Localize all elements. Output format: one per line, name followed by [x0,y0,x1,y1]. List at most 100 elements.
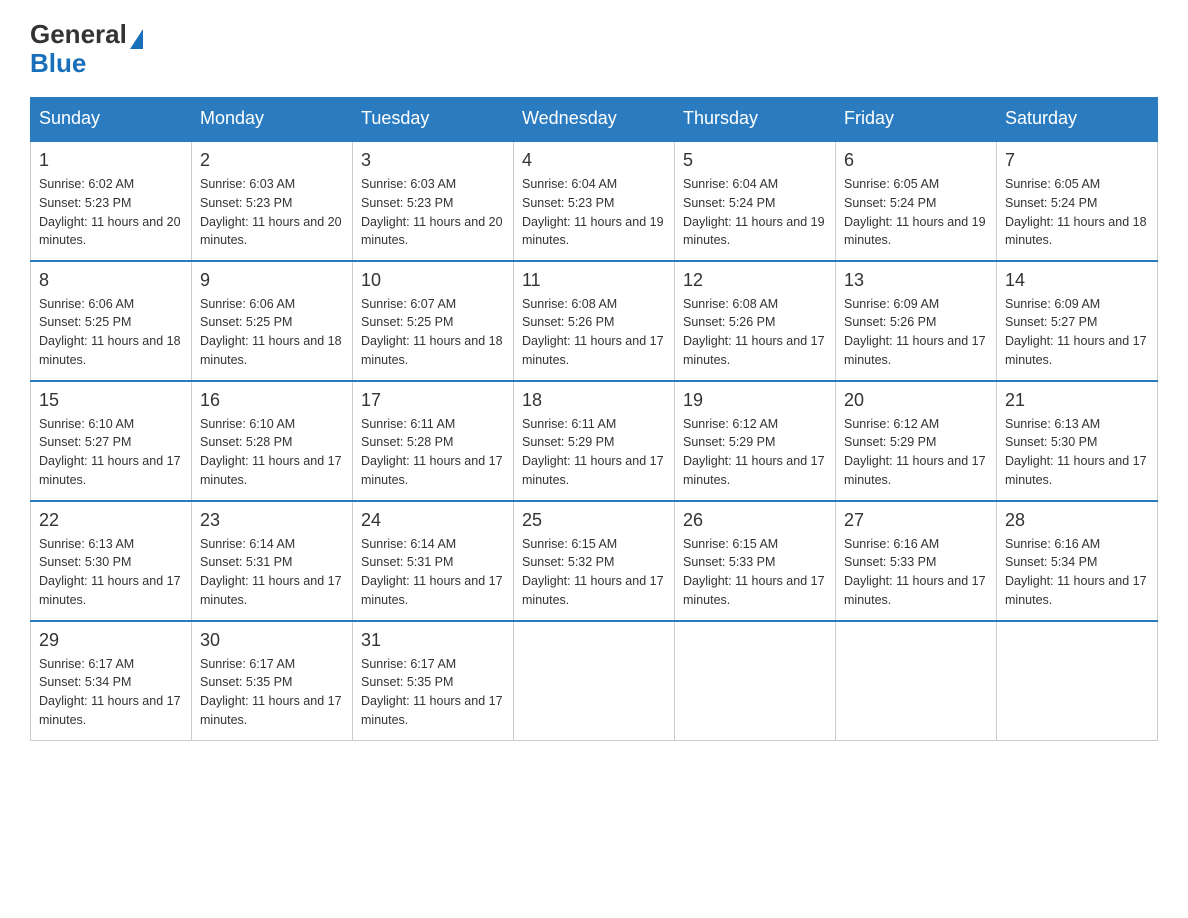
week-row-3: 15Sunrise: 6:10 AMSunset: 5:27 PMDayligh… [31,381,1158,501]
logo-general: General [30,19,127,49]
day-cell-6: 6 Sunrise: 6:05 AMSunset: 5:24 PMDaylight… [836,141,997,261]
day-info: Sunrise: 6:08 AMSunset: 5:26 PMDaylight:… [522,295,666,370]
day-cell-29: 29 Sunrise: 6:17 AMSunset: 5:34 PMDayligh… [31,621,192,741]
page-header: General Blue [30,20,1158,77]
day-number: 14 [1005,270,1149,291]
weekday-tuesday: Tuesday [353,98,514,141]
day-info: Sunrise: 6:15 AMSunset: 5:33 PMDaylight:… [683,535,827,610]
weekday-thursday: Thursday [675,98,836,141]
day-cell-7: 7 Sunrise: 6:05 AMSunset: 5:24 PMDaylight… [997,141,1158,261]
day-number: 12 [683,270,827,291]
day-cell-3: 3 Sunrise: 6:03 AMSunset: 5:23 PMDaylight… [353,141,514,261]
day-cell-21: 21 Sunrise: 6:13 AMSunset: 5:30 PMDayligh… [997,381,1158,501]
logo-blue: Blue [30,48,86,78]
day-cell-24: 24 Sunrise: 6:14 AMSunset: 5:31 PMDayligh… [353,501,514,621]
day-cell-9: 9 Sunrise: 6:06 AMSunset: 5:25 PMDaylight… [192,261,353,381]
day-number: 17 [361,390,505,411]
week-row-5: 29 Sunrise: 6:17 AMSunset: 5:34 PMDayligh… [31,621,1158,741]
day-number: 5 [683,150,827,171]
day-info: Sunrise: 6:09 AMSunset: 5:26 PMDaylight:… [844,295,988,370]
day-cell-17: 17 Sunrise: 6:11 AMSunset: 5:28 PMDayligh… [353,381,514,501]
day-cell-5: 5 Sunrise: 6:04 AMSunset: 5:24 PMDaylight… [675,141,836,261]
day-info: Sunrise: 6:07 AMSunset: 5:25 PMDaylight:… [361,295,505,370]
day-info: Sunrise: 6:16 AMSunset: 5:33 PMDaylight:… [844,535,988,610]
weekday-saturday: Saturday [997,98,1158,141]
day-info: Sunrise: 6:04 AMSunset: 5:24 PMDaylight:… [683,175,827,250]
empty-cell [675,621,836,741]
day-number: 24 [361,510,505,531]
day-info: Sunrise: 6:15 AMSunset: 5:32 PMDaylight:… [522,535,666,610]
empty-cell [514,621,675,741]
day-number: 4 [522,150,666,171]
day-cell-28: 28Sunrise: 6:16 AMSunset: 5:34 PMDayligh… [997,501,1158,621]
day-info: Sunrise: 6:05 AMSunset: 5:24 PMDaylight:… [844,175,988,250]
day-number: 18 [522,390,666,411]
day-number: 20 [844,390,988,411]
calendar-table: SundayMondayTuesdayWednesdayThursdayFrid… [30,97,1158,741]
day-number: 19 [683,390,827,411]
day-number: 23 [200,510,344,531]
day-cell-12: 12 Sunrise: 6:08 AMSunset: 5:26 PMDayligh… [675,261,836,381]
day-cell-22: 22Sunrise: 6:13 AMSunset: 5:30 PMDayligh… [31,501,192,621]
day-cell-26: 26 Sunrise: 6:15 AMSunset: 5:33 PMDayligh… [675,501,836,621]
day-number: 2 [200,150,344,171]
day-info: Sunrise: 6:17 AMSunset: 5:35 PMDaylight:… [200,655,344,730]
day-number: 9 [200,270,344,291]
day-cell-2: 2Sunrise: 6:03 AMSunset: 5:23 PMDaylight… [192,141,353,261]
day-cell-4: 4 Sunrise: 6:04 AMSunset: 5:23 PMDaylight… [514,141,675,261]
empty-cell [997,621,1158,741]
day-info: Sunrise: 6:02 AMSunset: 5:23 PMDaylight:… [39,175,183,250]
day-info: Sunrise: 6:06 AMSunset: 5:25 PMDaylight:… [200,295,344,370]
weekday-monday: Monday [192,98,353,141]
day-info: Sunrise: 6:11 AMSunset: 5:28 PMDaylight:… [361,415,505,490]
logo-triangle-icon [130,29,143,49]
day-cell-14: 14 Sunrise: 6:09 AMSunset: 5:27 PMDayligh… [997,261,1158,381]
day-number: 31 [361,630,505,651]
day-number: 21 [1005,390,1149,411]
weekday-wednesday: Wednesday [514,98,675,141]
day-number: 8 [39,270,183,291]
week-row-2: 8 Sunrise: 6:06 AMSunset: 5:25 PMDaylight… [31,261,1158,381]
day-info: Sunrise: 6:13 AMSunset: 5:30 PMDaylight:… [1005,415,1149,490]
day-info: Sunrise: 6:03 AMSunset: 5:23 PMDaylight:… [361,175,505,250]
day-cell-10: 10Sunrise: 6:07 AMSunset: 5:25 PMDayligh… [353,261,514,381]
day-info: Sunrise: 6:10 AMSunset: 5:28 PMDaylight:… [200,415,344,490]
day-cell-19: 19Sunrise: 6:12 AMSunset: 5:29 PMDayligh… [675,381,836,501]
day-cell-27: 27Sunrise: 6:16 AMSunset: 5:33 PMDayligh… [836,501,997,621]
day-cell-13: 13Sunrise: 6:09 AMSunset: 5:26 PMDayligh… [836,261,997,381]
day-cell-15: 15Sunrise: 6:10 AMSunset: 5:27 PMDayligh… [31,381,192,501]
day-number: 6 [844,150,988,171]
day-info: Sunrise: 6:11 AMSunset: 5:29 PMDaylight:… [522,415,666,490]
day-number: 25 [522,510,666,531]
day-info: Sunrise: 6:05 AMSunset: 5:24 PMDaylight:… [1005,175,1149,250]
day-info: Sunrise: 6:14 AMSunset: 5:31 PMDaylight:… [361,535,505,610]
day-cell-11: 11 Sunrise: 6:08 AMSunset: 5:26 PMDayligh… [514,261,675,381]
day-cell-18: 18 Sunrise: 6:11 AMSunset: 5:29 PMDayligh… [514,381,675,501]
day-info: Sunrise: 6:17 AMSunset: 5:34 PMDaylight:… [39,655,183,730]
week-row-1: 1 Sunrise: 6:02 AMSunset: 5:23 PMDaylight… [31,141,1158,261]
day-number: 11 [522,270,666,291]
weekday-header-row: SundayMondayTuesdayWednesdayThursdayFrid… [31,98,1158,141]
day-info: Sunrise: 6:08 AMSunset: 5:26 PMDaylight:… [683,295,827,370]
day-number: 3 [361,150,505,171]
day-info: Sunrise: 6:06 AMSunset: 5:25 PMDaylight:… [39,295,183,370]
day-info: Sunrise: 6:09 AMSunset: 5:27 PMDaylight:… [1005,295,1149,370]
day-number: 16 [200,390,344,411]
day-info: Sunrise: 6:12 AMSunset: 5:29 PMDaylight:… [844,415,988,490]
week-row-4: 22Sunrise: 6:13 AMSunset: 5:30 PMDayligh… [31,501,1158,621]
day-info: Sunrise: 6:04 AMSunset: 5:23 PMDaylight:… [522,175,666,250]
day-number: 1 [39,150,183,171]
day-number: 7 [1005,150,1149,171]
day-cell-30: 30 Sunrise: 6:17 AMSunset: 5:35 PMDayligh… [192,621,353,741]
logo: General Blue [30,20,143,77]
day-cell-16: 16 Sunrise: 6:10 AMSunset: 5:28 PMDayligh… [192,381,353,501]
day-cell-8: 8 Sunrise: 6:06 AMSunset: 5:25 PMDaylight… [31,261,192,381]
day-number: 29 [39,630,183,651]
day-info: Sunrise: 6:14 AMSunset: 5:31 PMDaylight:… [200,535,344,610]
day-info: Sunrise: 6:16 AMSunset: 5:34 PMDaylight:… [1005,535,1149,610]
weekday-sunday: Sunday [31,98,192,141]
day-number: 26 [683,510,827,531]
weekday-friday: Friday [836,98,997,141]
day-number: 30 [200,630,344,651]
day-info: Sunrise: 6:13 AMSunset: 5:30 PMDaylight:… [39,535,183,610]
